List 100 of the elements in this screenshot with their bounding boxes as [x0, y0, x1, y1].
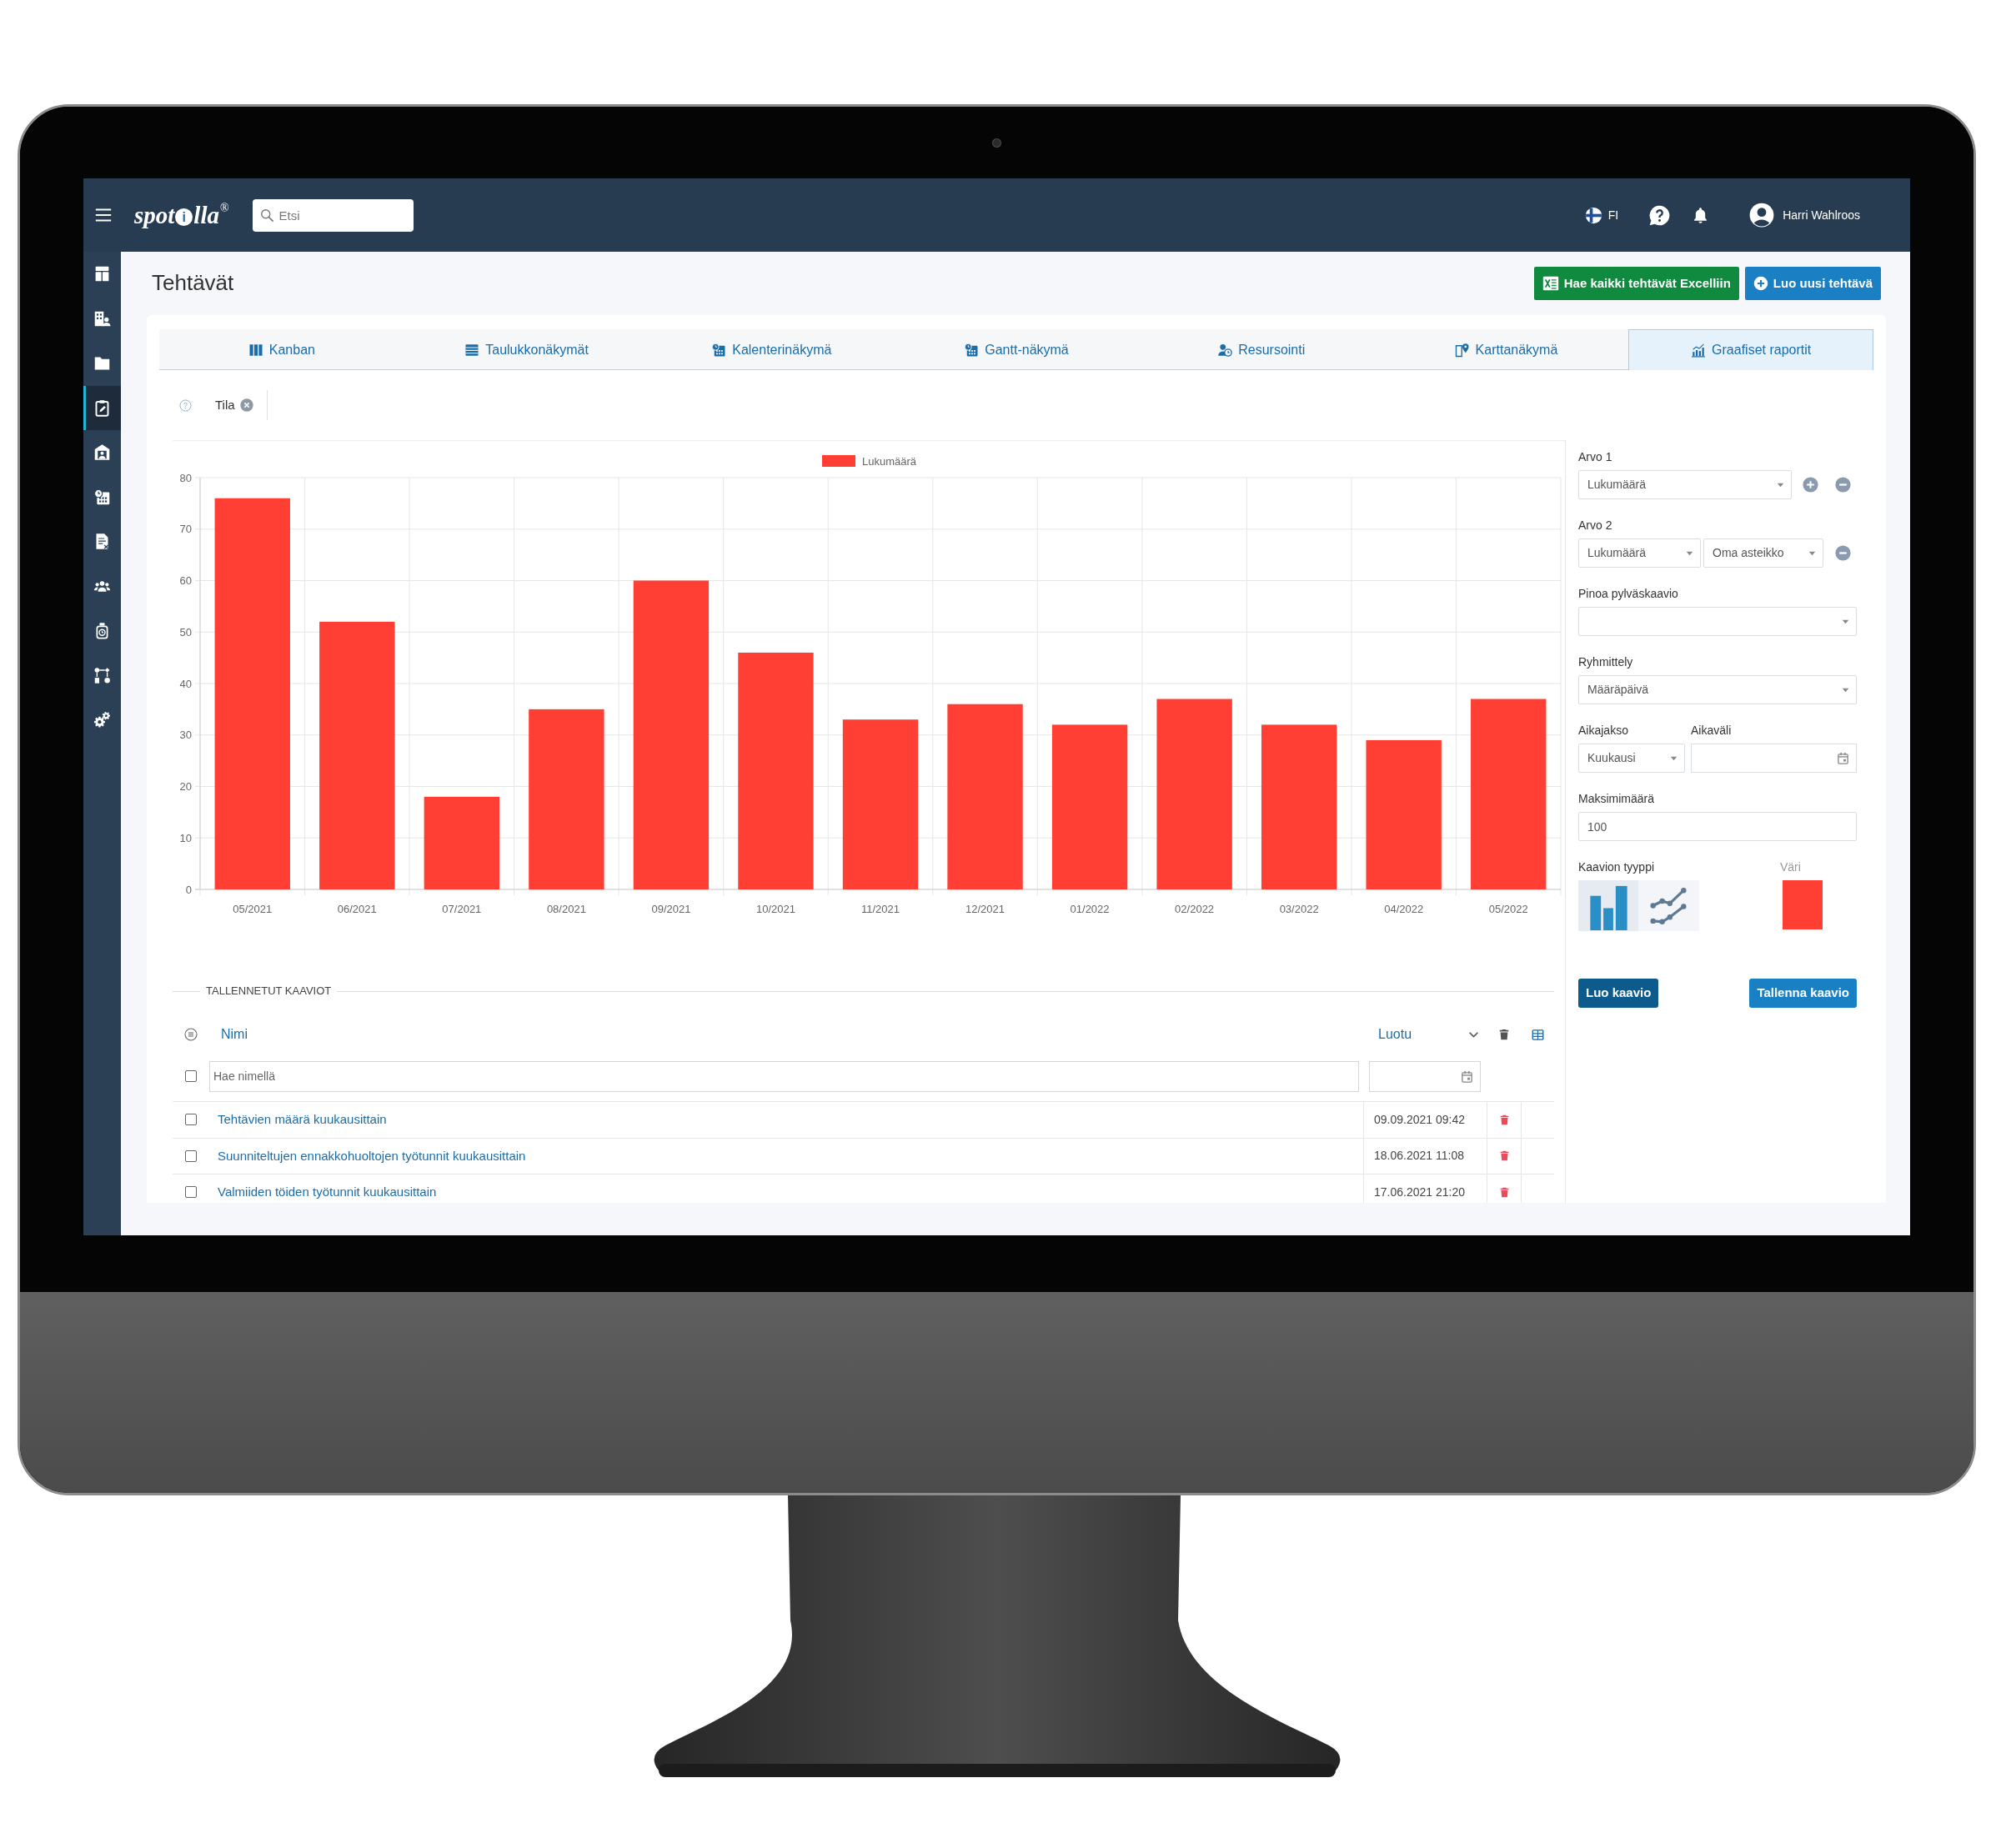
tab[interactable]: Gantt-näkymä [894, 329, 1139, 369]
date-field[interactable] [1369, 1060, 1481, 1092]
caret-icon [1842, 687, 1849, 693]
tab[interactable]: Graafiset raportit [1628, 329, 1874, 370]
trash-icon[interactable] [1498, 1114, 1510, 1125]
menu-icon[interactable] [94, 207, 113, 223]
filter-label: Tila [215, 396, 235, 413]
clipboard-icon [93, 398, 111, 417]
house-person-icon [93, 443, 111, 462]
calendar-icon [1837, 752, 1849, 764]
field-label: Kaavion tyyppi [1578, 859, 1656, 875]
create-button[interactable]: Luo kaavio [1578, 979, 1659, 1008]
date-text: 18.06.2021 11:08 [1373, 1148, 1464, 1164]
field-label: Väri [1780, 859, 1802, 875]
field-label: Aikajakso [1578, 723, 1629, 739]
axis-tick-label: 70 [179, 523, 192, 536]
axis-tick-label: 07/2021 [442, 903, 482, 915]
search-field[interactable]: Hae nimellä [209, 1060, 1359, 1092]
trash-icon[interactable] [1497, 1029, 1510, 1040]
language-link[interactable]: FI [1607, 206, 1619, 224]
dropdown[interactable]: Lukumäärä [1578, 470, 1792, 499]
caret-icon [1808, 550, 1816, 556]
number-input[interactable]: 100 [1578, 812, 1857, 841]
close-icon[interactable] [239, 398, 253, 412]
field-label: Arvo 1 [1578, 449, 1613, 465]
axis-tick-label: 20 [179, 780, 192, 793]
layout-icon [93, 265, 111, 283]
checkbox[interactable] [185, 1186, 197, 1199]
tab[interactable]: Karttanäkymä [1383, 329, 1629, 369]
export-button[interactable]: Hae kaikki tehtävät Excelliin [1533, 267, 1739, 300]
legend-label: Lukumäärä [862, 455, 917, 468]
caret-icon [1777, 482, 1784, 488]
remove-icon[interactable] [1835, 477, 1851, 493]
checkbox[interactable] [185, 1114, 197, 1126]
dropdown[interactable]: Lukumäärä [1578, 538, 1701, 568]
search-field[interactable]: Etsi [252, 198, 414, 232]
axis-tick-label: 10 [179, 831, 192, 844]
tab[interactable]: Resursointi [1138, 329, 1384, 369]
create-button[interactable]: Luo uusi tehtävä [1744, 267, 1881, 300]
field-label: Pinoa pylväskaavio [1578, 586, 1679, 602]
tab[interactable]: Taulukkonäkymät [404, 329, 649, 369]
axis-tick-label: 01/2022 [1070, 903, 1110, 915]
calendar-clock-icon [964, 342, 980, 358]
caret-icon [1842, 619, 1849, 624]
trash-icon[interactable] [1498, 1186, 1510, 1198]
bar-chart-icon [1691, 343, 1707, 358]
axis-tick-label: 11/2021 [861, 903, 900, 915]
flag-icon[interactable] [1584, 206, 1602, 224]
calendar-clock-icon [93, 488, 111, 506]
person-clock-icon [1217, 342, 1233, 358]
axis-tick-label: 04/2022 [1384, 903, 1424, 915]
settings-icon [93, 711, 111, 729]
column-header[interactable]: Nimi [209, 1024, 248, 1044]
caret-icon [1686, 550, 1693, 556]
axis-tick-label: 80 [179, 471, 192, 484]
dropdown[interactable]: Oma asteikko [1703, 538, 1823, 568]
tab[interactable]: Kalenterinäkymä [649, 329, 895, 369]
page-title: Tehtävät [152, 270, 234, 297]
user-avatar-icon[interactable] [1749, 203, 1775, 228]
grid-icon[interactable] [1531, 1028, 1544, 1041]
dropdown[interactable]: Kuukausi [1578, 744, 1685, 773]
axis-tick-label: 02/2022 [1175, 903, 1215, 915]
axis-tick-label: 08/2021 [546, 903, 586, 915]
building-person-icon [93, 309, 111, 328]
axis-tick-label: 06/2021 [337, 903, 377, 915]
remove-icon[interactable] [1835, 545, 1851, 561]
axis-tick-label: 12/2021 [965, 903, 1006, 915]
checkbox[interactable] [185, 1070, 197, 1082]
color-swatch-icon[interactable] [1783, 880, 1823, 929]
axis-tick-label: 0 [185, 883, 192, 896]
field-label: Arvo 2 [1578, 518, 1613, 533]
search-icon [259, 208, 274, 223]
section-title: TALLENNETUT KAAVIOT [205, 984, 333, 999]
column-header[interactable]: Luotu [1363, 1024, 1412, 1044]
tab[interactable]: Kanban [159, 329, 404, 369]
chart-name-link[interactable]: Valmiiden töiden työtunnit kuukausittain [209, 1183, 437, 1202]
sidebar-item[interactable] [83, 385, 121, 430]
help-icon[interactable] [1648, 203, 1672, 227]
date-text: 09.09.2021 09:42 [1373, 1111, 1465, 1128]
field-label: Ryhmittely [1578, 654, 1634, 670]
chart-name-link[interactable]: Suunniteltujen ennakkohuoltojen työtunnit kuukausittain [209, 1146, 526, 1165]
caret-icon [1670, 755, 1678, 761]
calendar-clock-icon [711, 342, 727, 358]
axis-tick-label: 60 [179, 574, 192, 587]
add-icon[interactable] [1803, 477, 1818, 493]
date-field[interactable] [1691, 744, 1857, 773]
chart-type-button[interactable] [1578, 880, 1638, 931]
workflow-icon [93, 666, 111, 684]
save-button[interactable]: Tallenna kaavio [1749, 979, 1857, 1008]
dropdown[interactable]: Määräpäivä [1578, 675, 1857, 704]
user-name[interactable]: Harri Wahlroos [1783, 206, 1860, 224]
trash-icon[interactable] [1498, 1150, 1510, 1162]
axis-tick-label: 50 [179, 625, 192, 639]
map-pin-icon [1454, 342, 1470, 358]
axis-tick-label: 09/2021 [651, 903, 691, 915]
chart-name-link[interactable]: Tehtävien määrä kuukausittain [209, 1110, 387, 1129]
axis-tick-label: 03/2022 [1279, 903, 1319, 915]
axis-tick-label: 30 [179, 729, 192, 742]
circle-lines-icon[interactable] [184, 1028, 198, 1041]
checkbox[interactable] [185, 1149, 197, 1162]
